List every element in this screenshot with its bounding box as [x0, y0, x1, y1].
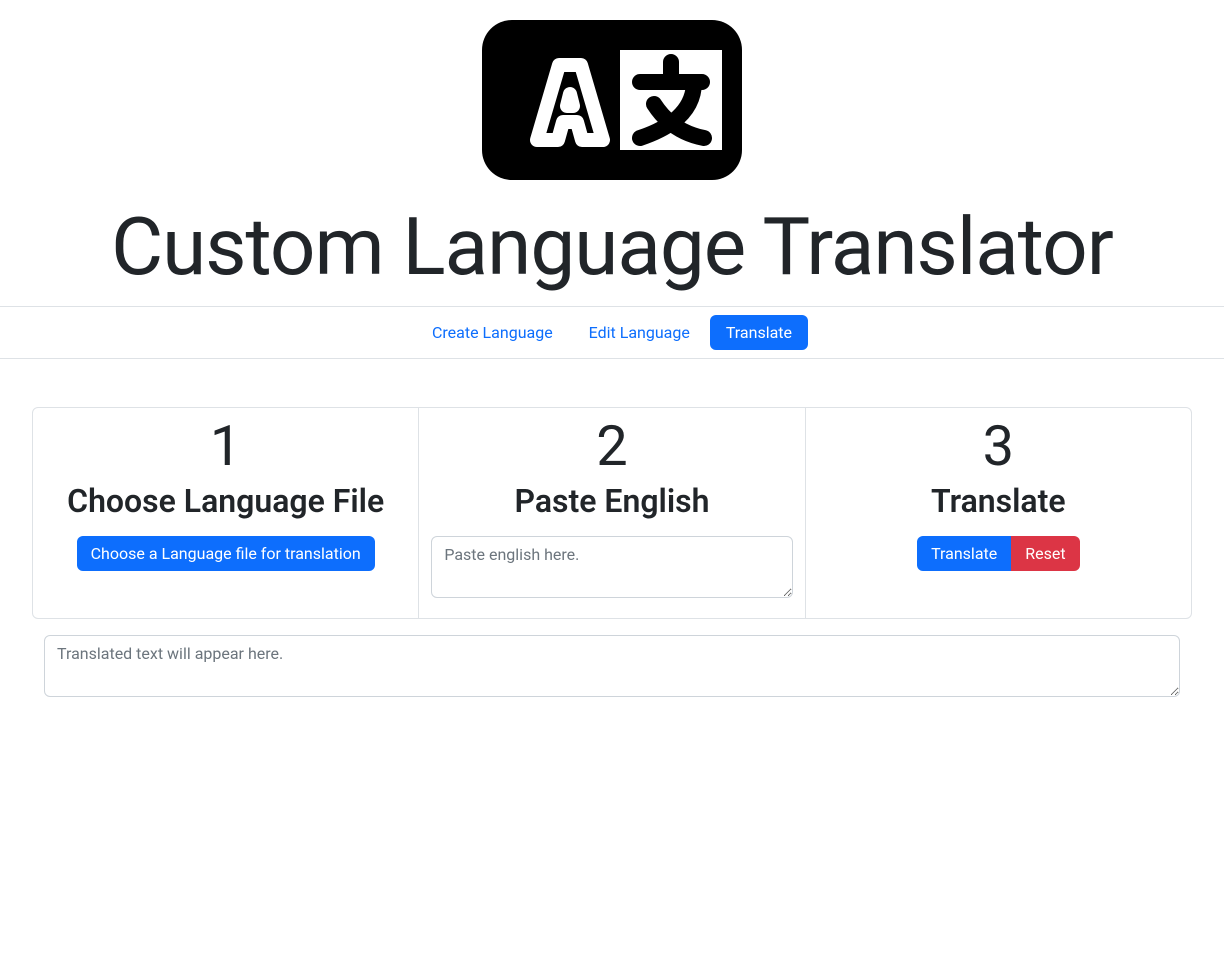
choose-language-file-button[interactable]: Choose a Language file for translation [77, 536, 375, 571]
step-2-title: Paste English [431, 482, 792, 520]
step-1-number: 1 [45, 416, 406, 478]
english-input[interactable] [431, 536, 792, 598]
step-2: 2 Paste English [419, 408, 805, 618]
nav-create-language[interactable]: Create Language [416, 315, 569, 350]
page-title: Custom Language Translator [0, 200, 1224, 294]
step-1-title: Choose Language File [45, 482, 406, 520]
nav-edit-language[interactable]: Edit Language [573, 315, 706, 350]
translate-button[interactable]: Translate [917, 536, 1011, 571]
language-icon [482, 20, 742, 184]
step-3-number: 3 [818, 416, 1179, 478]
nav-tabs: Create Language Edit Language Translate [0, 306, 1224, 359]
step-3-title: Translate [818, 482, 1179, 520]
step-2-number: 2 [431, 416, 792, 478]
action-button-group: Translate Reset [917, 536, 1080, 571]
step-3: 3 Translate Translate Reset [806, 408, 1191, 618]
translated-output[interactable] [44, 635, 1180, 697]
steps-row: 1 Choose Language File Choose a Language… [32, 407, 1192, 619]
reset-button[interactable]: Reset [1011, 536, 1079, 571]
step-1: 1 Choose Language File Choose a Language… [33, 408, 419, 618]
nav-translate[interactable]: Translate [710, 315, 808, 350]
